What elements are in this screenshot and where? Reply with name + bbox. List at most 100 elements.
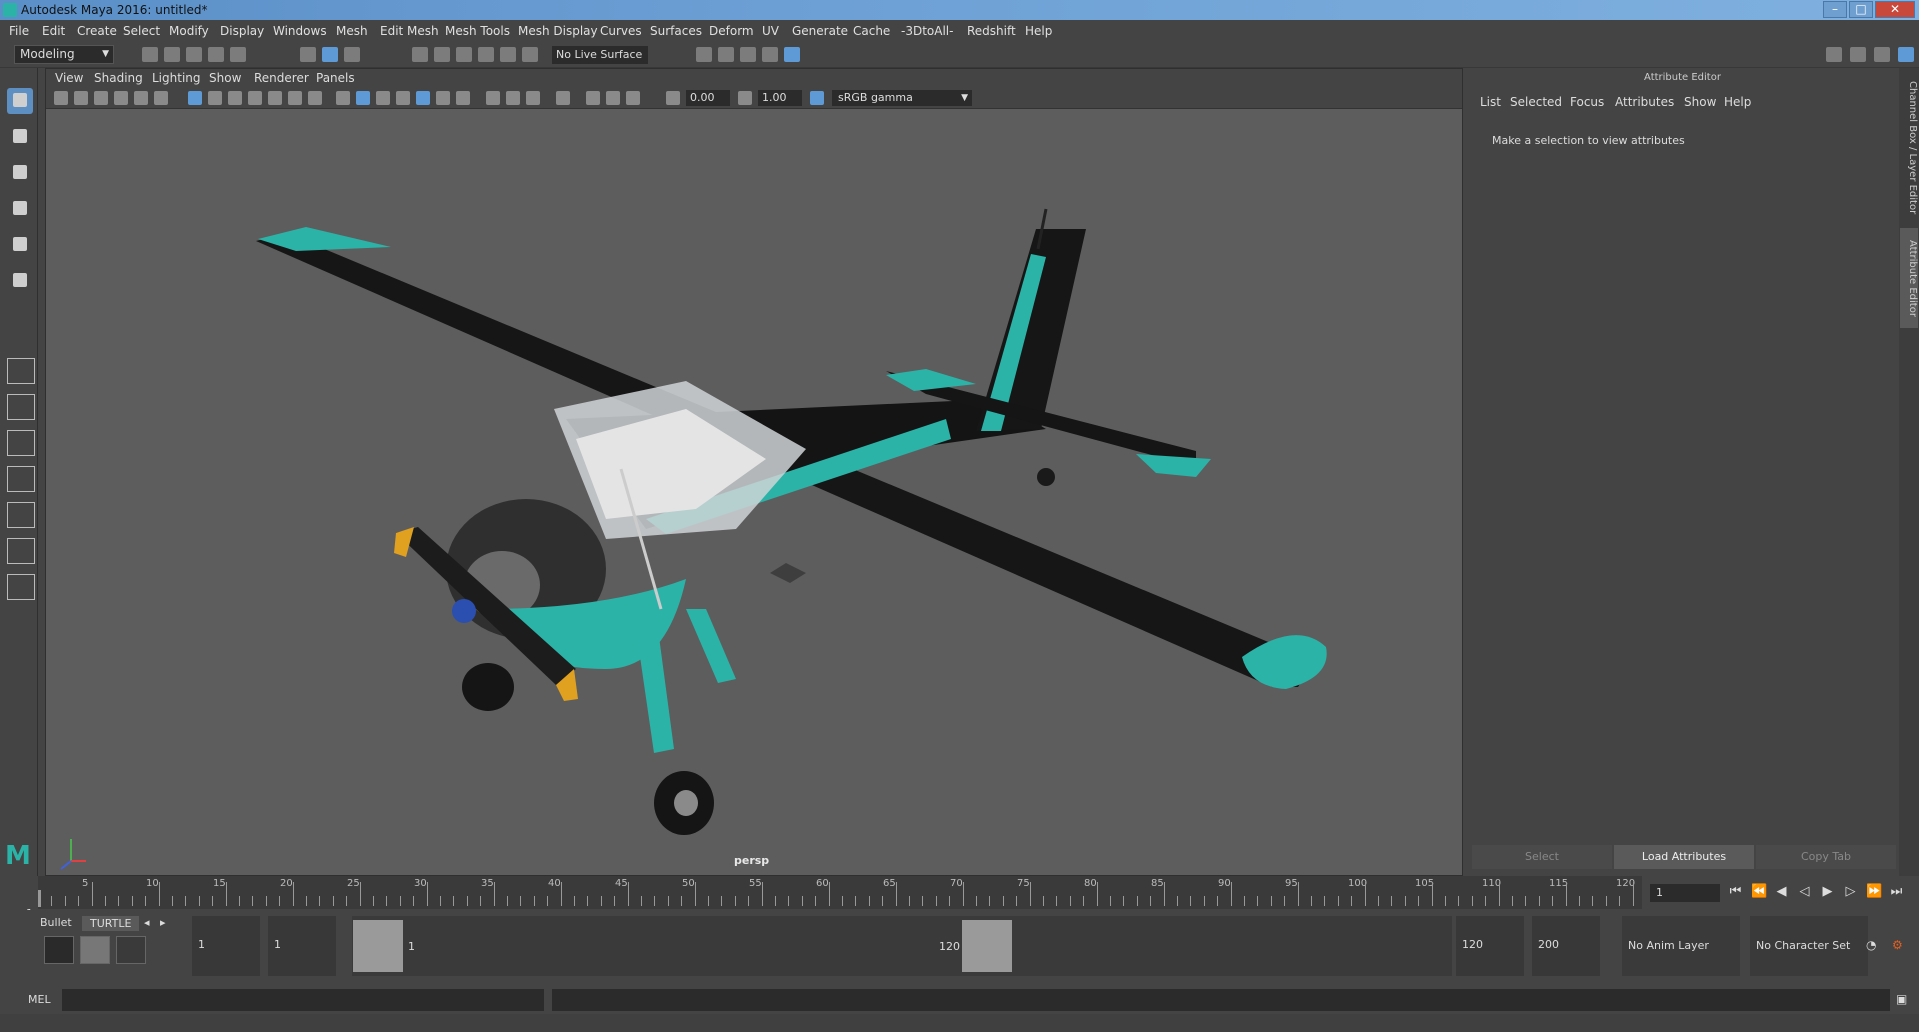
- close-button[interactable]: ✕: [1875, 1, 1915, 18]
- render-settings-icon[interactable]: [696, 47, 712, 62]
- redo-icon[interactable]: [230, 47, 246, 62]
- field-chart-icon[interactable]: [268, 91, 282, 105]
- anim-prefs-icon[interactable]: ⚙: [1892, 938, 1903, 952]
- menu-redshift[interactable]: Redshift: [967, 24, 1016, 38]
- four-pane-layout[interactable]: [7, 394, 35, 420]
- mode-selector[interactable]: Modeling ▼: [14, 45, 114, 64]
- render-frame-icon[interactable]: [718, 47, 734, 62]
- maximize-button[interactable]: □: [1849, 1, 1873, 18]
- vmenu-panels[interactable]: Panels: [316, 71, 355, 85]
- step-back-frame-icon[interactable]: ◀: [1774, 884, 1789, 902]
- rotate-tool[interactable]: [7, 232, 33, 258]
- ae-menu-focus[interactable]: Focus: [1570, 95, 1604, 109]
- turtle-render-icon[interactable]: [44, 936, 74, 964]
- menu-file[interactable]: File: [9, 24, 29, 38]
- single-pane-layout[interactable]: [7, 358, 35, 384]
- stacked-layout[interactable]: [7, 466, 35, 492]
- grease-pencil-icon[interactable]: [154, 91, 168, 105]
- exposure-field[interactable]: 0.00: [686, 90, 730, 106]
- command-input[interactable]: [62, 989, 544, 1011]
- channel-box-tab[interactable]: Channel Box / Layer Editor: [1900, 78, 1918, 218]
- select-hierarchy-icon[interactable]: [300, 47, 316, 62]
- exposure-icon[interactable]: [666, 91, 680, 105]
- menu-generate[interactable]: Generate: [792, 24, 848, 38]
- screen-space-ao-icon[interactable]: [586, 91, 600, 105]
- go-to-end-icon[interactable]: ⏭: [1889, 884, 1904, 902]
- 2d-pan-icon[interactable]: [134, 91, 148, 105]
- viewport-panel[interactable]: View Shading Lighting Show Renderer Pane…: [45, 68, 1463, 876]
- wireframe-icon[interactable]: [336, 91, 350, 105]
- default-lighting-icon[interactable]: [376, 91, 390, 105]
- vmenu-shading[interactable]: Shading: [94, 71, 143, 85]
- channel-box-toggle-icon[interactable]: [1898, 47, 1914, 62]
- outliner-layout[interactable]: [7, 502, 35, 528]
- ipr-render-icon[interactable]: [740, 47, 756, 62]
- menu-select[interactable]: Select: [123, 24, 160, 38]
- vmenu-lighting[interactable]: Lighting: [152, 71, 201, 85]
- shelf-tab-turtle[interactable]: TURTLE: [82, 916, 140, 931]
- menu-cache[interactable]: Cache: [853, 24, 890, 38]
- hypershade-layout[interactable]: [7, 574, 35, 600]
- snap-view-icon[interactable]: [478, 47, 494, 62]
- snap-curve-icon[interactable]: [434, 47, 450, 62]
- safe-title-icon[interactable]: [308, 91, 322, 105]
- ae-menu-help[interactable]: Help: [1724, 95, 1751, 109]
- turtle-sphere-icon[interactable]: [116, 936, 146, 964]
- select-object-icon[interactable]: [322, 47, 338, 62]
- shelf-scroll-right-icon[interactable]: ▸: [160, 916, 166, 929]
- menu-3dtoall[interactable]: -3DtoAll-: [901, 24, 953, 38]
- menu-surfaces[interactable]: Surfaces: [650, 24, 702, 38]
- menu-edit[interactable]: Edit: [42, 24, 65, 38]
- textured-icon[interactable]: [416, 91, 430, 105]
- shelf-tab-bullet[interactable]: Bullet: [40, 916, 72, 929]
- ae-menu-selected[interactable]: Selected: [1510, 95, 1562, 109]
- move-tool[interactable]: [7, 196, 33, 222]
- color-space-dropdown[interactable]: sRGB gamma ▼: [832, 90, 972, 106]
- side-by-side-layout[interactable]: [7, 430, 35, 456]
- vmenu-view[interactable]: View: [55, 71, 83, 85]
- outliner-icon[interactable]: [1874, 47, 1890, 62]
- anim-start-field[interactable]: 1: [192, 916, 260, 976]
- auto-key-icon[interactable]: ◔: [1866, 938, 1876, 952]
- ae-menu-attributes[interactable]: Attributes: [1615, 95, 1674, 109]
- camera-icon[interactable]: [54, 91, 68, 105]
- play-forward-icon[interactable]: ▶: [1820, 884, 1835, 902]
- step-forward-frame-icon[interactable]: ▷: [1843, 884, 1858, 902]
- ae-copy-tab-button[interactable]: Copy Tab: [1756, 845, 1896, 869]
- hypershade-icon[interactable]: [784, 47, 800, 62]
- render-view-icon[interactable]: [762, 47, 778, 62]
- character-set-dropdown[interactable]: No Character Set: [1750, 916, 1868, 976]
- snap-lock-icon[interactable]: [522, 47, 538, 62]
- open-scene-icon[interactable]: [164, 47, 180, 62]
- select-component-icon[interactable]: [344, 47, 360, 62]
- menu-mesh[interactable]: Mesh: [336, 24, 368, 38]
- snap-surface-icon[interactable]: [500, 47, 516, 62]
- workspace-icon[interactable]: [1826, 47, 1842, 62]
- smooth-shade-icon[interactable]: [356, 91, 370, 105]
- menu-uv[interactable]: UV: [762, 24, 779, 38]
- range-slider[interactable]: 1 120: [352, 916, 1452, 976]
- bookmark-icon[interactable]: [94, 91, 108, 105]
- gamma-icon[interactable]: [738, 91, 752, 105]
- mel-label[interactable]: MEL: [28, 993, 51, 1006]
- new-scene-icon[interactable]: [142, 47, 158, 62]
- menu-help[interactable]: Help: [1025, 24, 1052, 38]
- live-surface-field[interactable]: No Live Surface: [552, 46, 648, 64]
- scale-tool[interactable]: [7, 268, 33, 294]
- menu-windows[interactable]: Windows: [273, 24, 327, 38]
- menu-create[interactable]: Create: [77, 24, 117, 38]
- image-plane-icon[interactable]: [114, 91, 128, 105]
- anti-alias-icon[interactable]: [626, 91, 640, 105]
- menu-display[interactable]: Display: [220, 24, 264, 38]
- playback-start-field[interactable]: 1: [268, 916, 336, 976]
- playback-end-field[interactable]: 120: [1456, 916, 1524, 976]
- resolution-gate-icon[interactable]: [228, 91, 242, 105]
- script-editor-icon[interactable]: ▣: [1896, 992, 1907, 1006]
- xray-components-icon[interactable]: [526, 91, 540, 105]
- shadows-icon[interactable]: [456, 91, 470, 105]
- snap-point-icon[interactable]: [456, 47, 472, 62]
- shelf-scroll-left-icon[interactable]: ◂: [144, 916, 150, 929]
- paint-select-tool[interactable]: [7, 160, 33, 186]
- grid-icon[interactable]: [188, 91, 202, 105]
- attribute-editor-tab[interactable]: Attribute Editor: [1900, 228, 1918, 328]
